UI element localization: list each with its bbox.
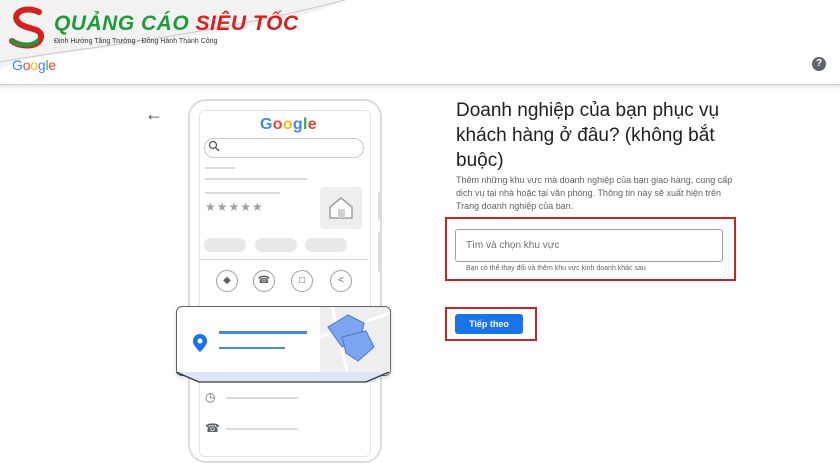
phone-letter-e: e [307, 116, 317, 133]
search-area-input[interactable] [455, 229, 723, 262]
page-title: Doanh nghiệp của bạn phục vụ khách hàng … [456, 100, 720, 171]
phone-text-line [226, 397, 298, 399]
card-line [219, 347, 285, 349]
clock-icon: ◷ [205, 390, 216, 404]
phone-side-button [378, 232, 382, 272]
bookmark-icon: □ [291, 270, 313, 292]
phone-tab-line [205, 167, 235, 169]
brand-logo: QUẢNG CÁO SIÊU TỐC Định Hướng Tăng Trưởn… [6, 6, 298, 52]
back-arrow-icon[interactable]: ← [145, 104, 163, 125]
storefront-icon [320, 187, 362, 229]
phone-letter-g2: g [292, 116, 303, 133]
map-thumbnail [320, 307, 390, 375]
phone-text-line [205, 192, 280, 194]
phone-letter-g: G [260, 116, 273, 133]
google-letter-g: G [12, 57, 23, 73]
phone-divider [200, 259, 368, 260]
search-icon [208, 140, 220, 152]
phone-chip [204, 238, 246, 252]
directions-icon: ◆ [216, 270, 238, 292]
brand-title-part2: SIÊU TỐC [195, 12, 299, 35]
next-button[interactable]: Tiếp theo [455, 314, 523, 334]
phone-letter-o1: o [272, 116, 283, 133]
brand-title-part1: QUẢNG CÁO [54, 12, 196, 35]
brand-logo-icon [9, 6, 44, 49]
help-icon[interactable]: ? [812, 57, 826, 71]
phone-google-logo: Google [260, 116, 317, 134]
phone-text-line [226, 428, 298, 430]
phone-side-button [378, 192, 382, 220]
phone-text-line [205, 178, 307, 180]
service-area-card [176, 306, 391, 376]
phone-rating-stars: ★★★★★ [205, 200, 264, 214]
card-perspective [176, 372, 390, 383]
google-letter-e: e [48, 57, 56, 73]
share-icon: < [330, 270, 352, 292]
phone-chip [255, 238, 297, 252]
google-logo: Google [12, 57, 56, 73]
phone-letter-o2: o [282, 116, 293, 133]
phone-icon: ☎ [253, 270, 275, 292]
map-pin-icon [193, 334, 207, 352]
phone-row-icon: ☎ [205, 421, 220, 435]
page-description: Thêm những khu vực mà doanh nghiệp của b… [456, 175, 733, 211]
phone-search-bar [204, 138, 364, 158]
brand-tagline: Định Hướng Tăng Trưởng - Đồng Hành Thành… [54, 38, 218, 45]
brand-title: QUẢNG CÁO SIÊU TỐC [54, 12, 299, 36]
phone-chip [305, 238, 347, 252]
top-bar: QUẢNG CÁO SIÊU TỐC Định Hướng Tăng Trưởn… [0, 0, 840, 85]
card-line [219, 331, 307, 334]
google-letter-o2: o [30, 57, 38, 73]
input-helper-text: Bạn có thể thay đổi và thêm khu vực kinh… [466, 265, 646, 272]
